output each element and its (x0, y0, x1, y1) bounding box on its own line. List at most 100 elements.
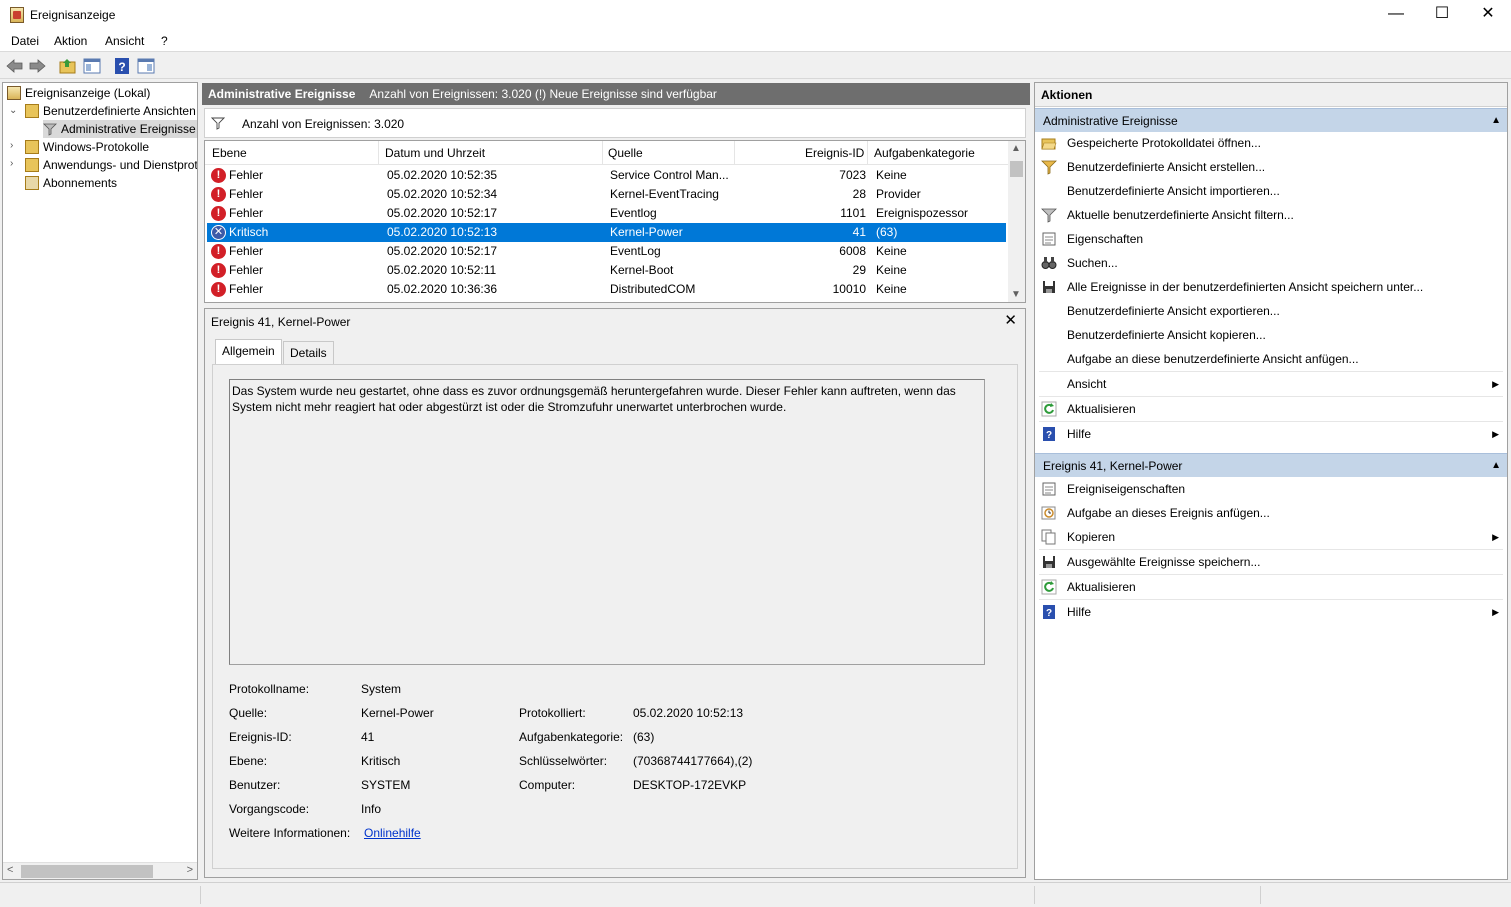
action-item[interactable]: Benutzerdefinierte Ansicht importieren..… (1035, 179, 1507, 203)
error-icon: ! (211, 168, 226, 183)
action-item[interactable]: Aufgabe an diese benutzerdefinierte Ansi… (1035, 347, 1507, 371)
folder-icon (25, 104, 39, 118)
help-icon[interactable]: ? (112, 56, 132, 76)
event-row[interactable]: ! Fehler 05.02.2020 10:52:11 Kernel-Boot 29 K… (207, 261, 1006, 280)
action-item[interactable]: Ansicht ▶ (1035, 372, 1507, 396)
keywords-value[interactable]: (70368744177664),(2) (633, 754, 752, 768)
actions-section-event[interactable]: Ereignis 41, Kernel-Power ▲ (1035, 453, 1507, 477)
event-row[interactable]: ! Fehler 05.02.2020 10:36:36 DistributedCOM… (207, 280, 1006, 299)
tree-node-admin-events[interactable]: Administrative Ereignisse (43, 120, 197, 138)
back-arrow-icon[interactable] (5, 56, 25, 76)
action-item[interactable]: Aktualisieren (1035, 397, 1507, 421)
help-icon: ? (1041, 604, 1057, 620)
action-item[interactable]: ? Hilfe ▶ (1035, 422, 1507, 446)
action-item[interactable]: Suchen... (1035, 251, 1507, 275)
level-value[interactable]: Kritisch (361, 754, 400, 768)
column-task-category[interactable]: Aufgabenkategorie (874, 146, 975, 160)
cell-level: Fehler (229, 168, 264, 182)
action-item[interactable]: Eigenschaften (1035, 227, 1507, 251)
online-help-link[interactable]: Onlinehilfe (364, 826, 421, 840)
menu-ansicht[interactable]: Ansicht (105, 34, 144, 48)
column-separator[interactable] (867, 141, 868, 164)
column-event-id[interactable]: Ereignis-ID (805, 146, 864, 160)
close-detail-icon[interactable]: ✕ (1004, 311, 1017, 329)
tree-node-windows-logs[interactable]: Windows-Protokolle (25, 138, 149, 156)
cell-date: 05.02.2020 10:52:35 (387, 168, 498, 182)
event-row[interactable]: ! Fehler 05.02.2020 10:52:35 Service Contro… (207, 166, 1006, 185)
maximize-button[interactable]: ☐ (1419, 0, 1465, 30)
scroll-right-icon[interactable]: > (187, 864, 193, 876)
event-row[interactable]: ! Fehler 05.02.2020 10:52:17 EventLog 6008 Ke… (207, 242, 1006, 261)
show-hide-action-pane-icon[interactable] (136, 56, 156, 76)
action-item[interactable]: Kopieren ▶ (1035, 525, 1507, 549)
tree-node-custom-views[interactable]: Benutzerdefinierte Ansichten (25, 102, 196, 120)
scroll-up-icon[interactable]: ▲ (1011, 143, 1021, 154)
tab-details[interactable]: Details (283, 341, 334, 365)
column-separator[interactable] (734, 141, 735, 164)
section-title: Ereignis 41, Kernel-Power (1043, 459, 1183, 473)
task-category-value[interactable]: (63) (633, 730, 654, 744)
cell-event-id: 6008 (839, 244, 866, 258)
user-value[interactable]: SYSTEM (361, 778, 410, 792)
submenu-arrow-icon: ▶ (1492, 532, 1499, 542)
event-id-value[interactable]: 41 (361, 730, 374, 744)
tree-node-app-service-logs[interactable]: Anwendungs- und Dienstprotokolle (25, 156, 197, 174)
collapsed-chevron-icon[interactable]: › (10, 158, 13, 169)
column-date[interactable]: Datum und Uhrzeit (385, 146, 485, 160)
event-row[interactable]: ✕ Kritisch 05.02.2020 10:52:13 Kernel-Power… (207, 223, 1006, 242)
action-item[interactable]: Benutzerdefinierte Ansicht erstellen... (1035, 155, 1507, 179)
action-item[interactable]: ? Hilfe ▶ (1035, 600, 1507, 624)
scroll-thumb[interactable] (21, 865, 153, 878)
minimize-button[interactable]: — (1373, 0, 1419, 30)
tree-node-root[interactable]: Ereignisanzeige (Lokal) (7, 84, 150, 102)
column-level[interactable]: Ebene (212, 146, 247, 160)
computer-value[interactable]: DESKTOP-172EVKP (633, 778, 746, 792)
forward-arrow-icon[interactable] (27, 56, 47, 76)
action-label: Hilfe (1067, 427, 1092, 441)
action-item[interactable]: Ereigniseigenschaften (1035, 477, 1507, 501)
tab-allgemein[interactable]: Allgemein (215, 339, 282, 365)
event-row[interactable]: ! Fehler 05.02.2020 10:52:17 Eventlog 1101 Er… (207, 204, 1006, 223)
section-title: Administrative Ereignisse (1043, 114, 1178, 128)
scroll-thumb[interactable] (1010, 161, 1023, 177)
event-description[interactable]: Das System wurde neu gestartet, ohne das… (229, 379, 985, 665)
action-item[interactable]: Ausgewählte Ereignisse speichern... (1035, 550, 1507, 574)
logged-value[interactable]: 05.02.2020 10:52:13 (633, 706, 743, 720)
actions-section-admin-events[interactable]: Administrative Ereignisse ▲ (1035, 108, 1507, 132)
folder-up-icon[interactable] (58, 56, 78, 76)
menu-datei[interactable]: Datei (11, 34, 39, 48)
tree-node-subscriptions[interactable]: Abonnements (25, 174, 117, 192)
properties-icon (1041, 481, 1057, 497)
action-item[interactable]: Aufgabe an dieses Ereignis anfügen... (1035, 501, 1507, 525)
collapsed-chevron-icon[interactable]: › (10, 140, 13, 151)
column-separator[interactable] (378, 141, 379, 164)
show-hide-tree-icon[interactable] (82, 56, 102, 76)
action-item[interactable]: Alle Ereignisse in der benutzerdefiniert… (1035, 275, 1507, 299)
toolbar: ? (0, 53, 1511, 79)
action-label: Benutzerdefinierte Ansicht kopieren... (1067, 328, 1266, 342)
opcode-value[interactable]: Info (361, 802, 381, 816)
action-item[interactable]: Benutzerdefinierte Ansicht exportieren..… (1035, 299, 1507, 323)
action-item[interactable]: Aktualisieren (1035, 575, 1507, 599)
tree-horizontal-scrollbar[interactable]: < > (3, 862, 197, 879)
log-name-value[interactable]: System (361, 682, 401, 696)
scroll-down-icon[interactable]: ▼ (1011, 289, 1021, 300)
action-item[interactable]: Gespeicherte Protokolldatei öffnen... (1035, 131, 1507, 155)
collapse-icon[interactable]: ▲ (1491, 454, 1501, 478)
close-button[interactable]: ✕ (1465, 0, 1511, 30)
collapse-icon[interactable]: ▲ (1491, 109, 1501, 133)
source-value[interactable]: Kernel-Power (361, 706, 434, 720)
scroll-left-icon[interactable]: < (7, 864, 13, 876)
action-item[interactable]: Benutzerdefinierte Ansicht kopieren... (1035, 323, 1507, 347)
column-separator[interactable] (602, 141, 603, 164)
task-category-label: Aufgabenkategorie: (519, 730, 624, 744)
menu-help[interactable]: ? (161, 34, 168, 48)
events-vertical-scrollbar[interactable]: ▲ ▼ (1008, 141, 1025, 302)
error-icon: ! (211, 244, 226, 259)
action-item[interactable]: Aktuelle benutzerdefinierte Ansicht filt… (1035, 203, 1507, 227)
cell-date: 05.02.2020 10:52:17 (387, 244, 498, 258)
expand-chevron-icon[interactable]: ⌄ (9, 105, 17, 116)
event-row[interactable]: ! Fehler 05.02.2020 10:52:34 Kernel-EventTr… (207, 185, 1006, 204)
menu-aktion[interactable]: Aktion (54, 34, 87, 48)
column-source[interactable]: Quelle (608, 146, 643, 160)
